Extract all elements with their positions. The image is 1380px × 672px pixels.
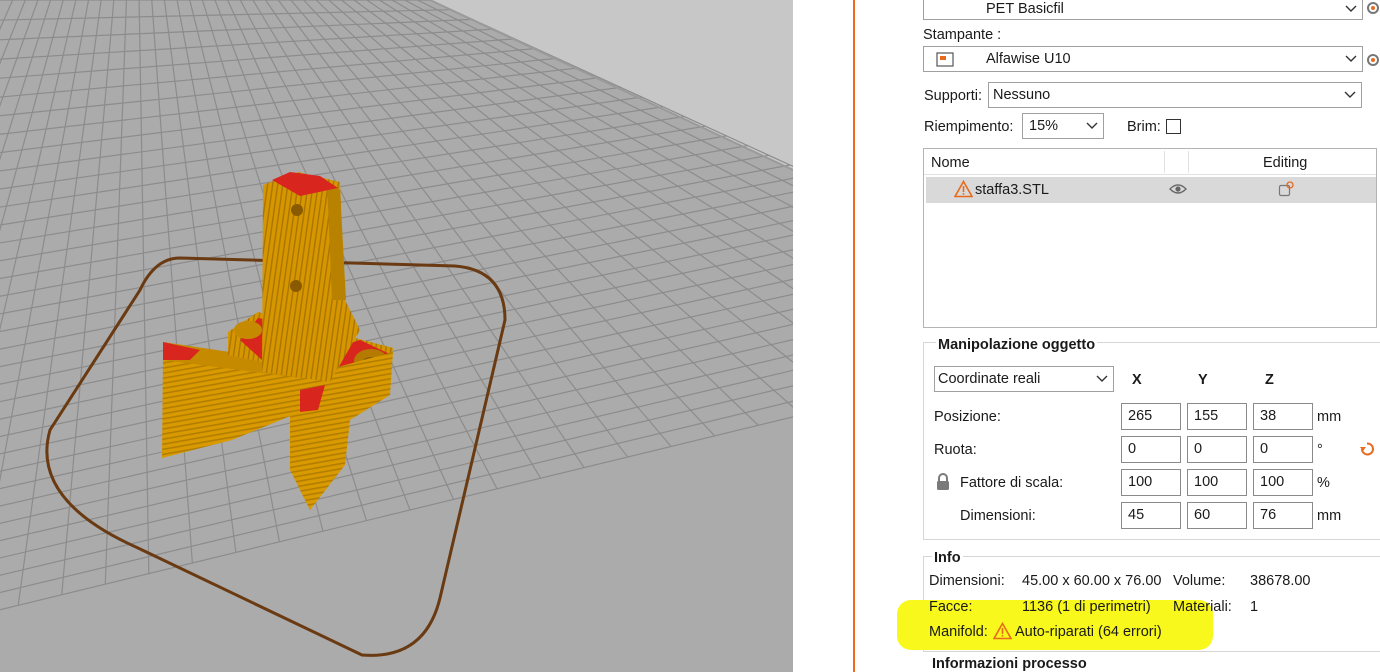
position-z-input[interactable]: 38	[1253, 403, 1313, 430]
coordinates-value: Coordinate reali	[938, 371, 1041, 387]
position-y-input[interactable]: 155	[1187, 403, 1247, 430]
info-facets-value: 1136 (1 di perimetri)	[1022, 599, 1151, 615]
rotation-label: Ruota:	[934, 442, 977, 458]
rotation-unit: °	[1317, 442, 1323, 458]
reset-rotation-icon[interactable]	[1358, 440, 1376, 458]
warning-icon	[954, 180, 973, 198]
position-unit: mm	[1317, 409, 1342, 425]
infill-label: Riempimento:	[924, 119, 1014, 135]
filament-select[interactable]: PET Basicfil	[923, 0, 1363, 20]
eye-icon[interactable]	[1169, 182, 1187, 196]
axis-x-label: X	[1132, 372, 1142, 388]
info-facets-label: Facce:	[929, 599, 973, 615]
rotation-y-input[interactable]: 0	[1187, 436, 1247, 463]
gear-icon[interactable]	[1365, 52, 1380, 68]
object-name: staffa3.STL	[975, 182, 1049, 198]
position-label: Posizione:	[934, 409, 1001, 425]
table-row[interactable]: staffa3.STL	[926, 177, 1376, 203]
3d-viewport[interactable]	[0, 0, 793, 672]
sidebar-panel: PET Basicfil Stampante : Alfawise U10 Su…	[855, 0, 1380, 672]
info-manifold-label: Manifold:	[929, 624, 988, 640]
info-dimensions-label: Dimensioni:	[929, 573, 1005, 589]
supports-select[interactable]: Nessuno	[988, 82, 1362, 108]
size-x-input[interactable]: 45	[1121, 502, 1181, 529]
size-z-input[interactable]: 76	[1253, 502, 1313, 529]
scene-canvas[interactable]	[0, 0, 793, 672]
infill-value: 15%	[1029, 118, 1059, 134]
info-materials-label: Materiali:	[1173, 599, 1232, 615]
position-x-input[interactable]: 265	[1121, 403, 1181, 430]
printer-select[interactable]: Alfawise U10	[923, 46, 1363, 72]
rotation-x-input[interactable]: 0	[1121, 436, 1181, 463]
viewport-margin	[793, 0, 853, 672]
chevron-down-icon	[1345, 5, 1357, 12]
scale-label: Fattore di scala:	[960, 475, 1064, 491]
scale-x-input[interactable]: 100	[1121, 469, 1181, 496]
size-y-input[interactable]: 60	[1187, 502, 1247, 529]
chevron-down-icon	[1096, 375, 1108, 382]
manipulation-title: Manipolazione oggetto	[936, 337, 1098, 353]
chevron-down-icon	[1345, 55, 1357, 62]
info-materials-value: 1	[1250, 599, 1259, 615]
scale-y-input[interactable]: 100	[1187, 469, 1247, 496]
lock-icon[interactable]	[935, 473, 951, 491]
printer-value: Alfawise U10	[986, 51, 1071, 67]
rotation-z-input[interactable]: 0	[1253, 436, 1313, 463]
supports-value: Nessuno	[993, 87, 1051, 103]
edit-settings-icon[interactable]	[1278, 181, 1294, 197]
info-title: Info	[932, 550, 963, 566]
scale-z-input[interactable]: 100	[1253, 469, 1313, 496]
filament-value: PET Basicfil	[986, 1, 1064, 17]
info-manifold-value: Auto-riparati (64 errori)	[1015, 624, 1162, 640]
brim-label: Brim:	[1127, 119, 1161, 135]
infill-select[interactable]: 15%	[1022, 113, 1104, 139]
warning-icon	[993, 622, 1012, 640]
supports-label: Supporti:	[924, 88, 983, 104]
size-unit: mm	[1317, 508, 1342, 524]
column-editing[interactable]: Editing	[1263, 155, 1307, 171]
gear-icon[interactable]	[1365, 0, 1380, 16]
chevron-down-icon	[1344, 91, 1356, 98]
axis-y-label: Y	[1198, 372, 1208, 388]
info-dimensions-value: 45.00 x 60.00 x 76.00	[1022, 573, 1162, 589]
info-volume-value: 38678.00	[1250, 573, 1311, 589]
axis-z-label: Z	[1265, 372, 1274, 388]
info-volume-label: Volume:	[1173, 573, 1226, 589]
object-list-header: Nome Editing	[924, 149, 1376, 175]
scale-unit: %	[1317, 475, 1330, 491]
brim-checkbox[interactable]	[1166, 119, 1181, 134]
coordinates-select[interactable]: Coordinate reali	[934, 366, 1114, 392]
printer-label: Stampante :	[923, 27, 1002, 43]
chevron-down-icon	[1086, 122, 1098, 129]
object-list[interactable]: Nome Editing staffa3.STL	[923, 148, 1377, 328]
column-name[interactable]: Nome	[931, 155, 970, 171]
process-info-title: Informazioni processo	[932, 656, 1087, 672]
printer-icon	[936, 52, 954, 67]
size-label: Dimensioni:	[960, 508, 1036, 524]
